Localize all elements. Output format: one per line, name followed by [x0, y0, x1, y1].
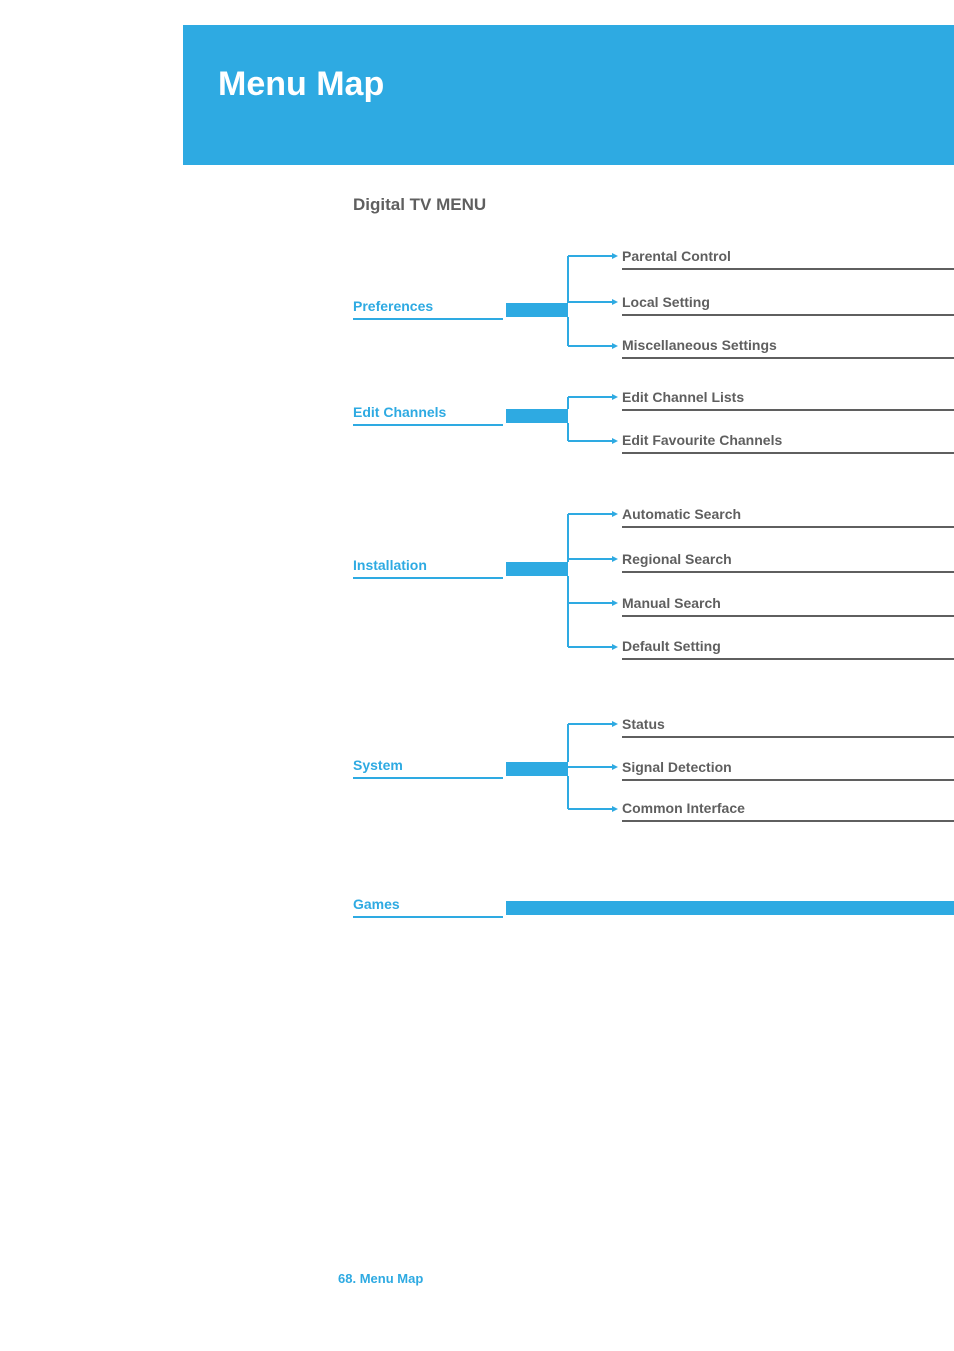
- sub-signal-detection: Signal Detection: [622, 759, 954, 781]
- sub-automatic-search: Automatic Search: [622, 506, 954, 528]
- sub-miscellaneous-settings: Miscellaneous Settings: [622, 337, 954, 359]
- branch-edit-channels: [568, 389, 628, 459]
- sub-regional-search: Regional Search: [622, 551, 954, 573]
- sub-manual-search: Manual Search: [622, 595, 954, 617]
- bar-games: [506, 901, 954, 915]
- footer-page-number: 68.: [338, 1271, 356, 1286]
- banner: Menu Map: [183, 25, 954, 165]
- sub-local-setting: Local Setting: [622, 294, 954, 316]
- section-title: Digital TV MENU: [353, 195, 486, 215]
- sub-parental-control: Parental Control: [622, 248, 954, 270]
- footer-label: Menu Map: [360, 1271, 424, 1286]
- page: Menu Map Digital TV MENU Preferences Edi…: [0, 0, 954, 1351]
- bar-preferences: [506, 303, 568, 317]
- category-installation: Installation: [353, 557, 503, 579]
- footer: 68. Menu Map: [338, 1271, 423, 1286]
- bar-system: [506, 762, 568, 776]
- category-system: System: [353, 757, 503, 779]
- branch-installation: [568, 506, 628, 666]
- category-preferences: Preferences: [353, 298, 503, 320]
- page-title: Menu Map: [218, 65, 384, 104]
- sub-default-setting: Default Setting: [622, 638, 954, 660]
- sub-edit-favourite-channels: Edit Favourite Channels: [622, 432, 954, 454]
- branch-preferences: [568, 248, 628, 368]
- sub-common-interface: Common Interface: [622, 800, 954, 822]
- branch-system: [568, 716, 628, 826]
- bar-edit-channels: [506, 409, 568, 423]
- category-edit-channels: Edit Channels: [353, 404, 503, 426]
- sub-status: Status: [622, 716, 954, 738]
- category-games: Games: [353, 896, 503, 918]
- bar-installation: [506, 562, 568, 576]
- sub-edit-channel-lists: Edit Channel Lists: [622, 389, 954, 411]
